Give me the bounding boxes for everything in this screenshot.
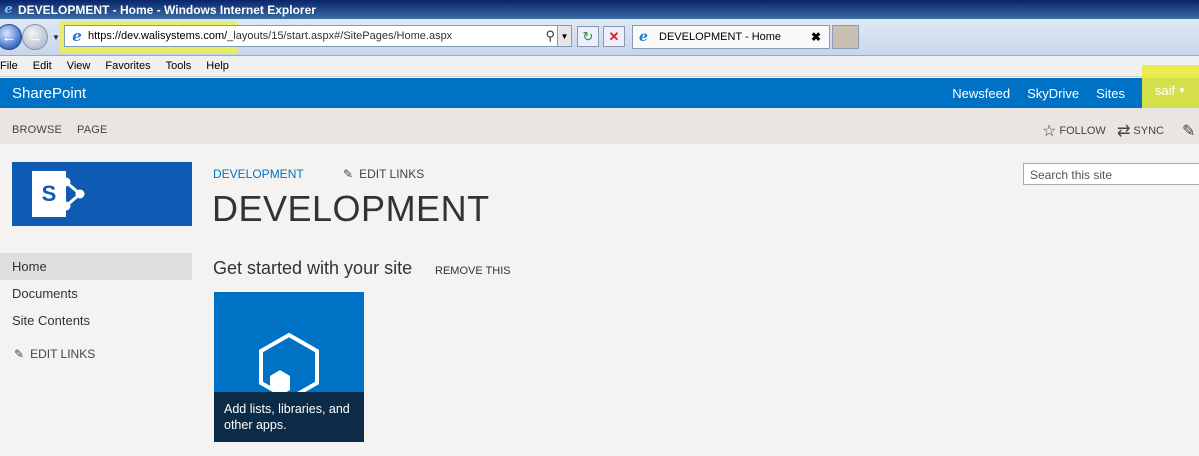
menu-edit[interactable]: Edit xyxy=(33,60,52,72)
search-icon[interactable]: ⚲ xyxy=(545,28,555,44)
nav-item-site-contents[interactable]: Site Contents xyxy=(0,307,192,334)
pencil-icon: ✎ xyxy=(343,167,354,181)
sync-icon: ⇄ xyxy=(1117,123,1131,140)
tile-caption: Add lists, libraries, and other apps. xyxy=(214,392,364,442)
history-dropdown-icon[interactable]: ▼ xyxy=(52,33,60,42)
back-button[interactable]: ← xyxy=(0,24,22,50)
site-logo[interactable]: S xyxy=(12,162,192,226)
address-dropdown-icon[interactable]: ▼ xyxy=(557,26,571,46)
window-title: DEVELOPMENT - Home - Windows Internet Ex… xyxy=(18,2,316,17)
pencil-icon: ✎ xyxy=(14,347,25,361)
add-apps-tile[interactable]: Add lists, libraries, and other apps. xyxy=(214,292,364,442)
page-title: DEVELOPMENT xyxy=(212,188,490,229)
ie-tab-icon: e xyxy=(639,29,648,45)
forward-button[interactable]: → xyxy=(22,24,48,50)
pencil-icon: ✎ xyxy=(1182,123,1196,140)
ie-logo-icon: e xyxy=(4,2,13,17)
suite-links: Newsfeed SkyDrive Sites saif ▼ xyxy=(952,65,1199,115)
menu-tools[interactable]: Tools xyxy=(166,60,192,72)
browser-toolbar: ← → ▼ e https://dev.walisystems.com/_lay… xyxy=(0,19,1199,56)
follow-button[interactable]: ☆ FOLLOW xyxy=(1042,121,1106,141)
window-title-bar: e DEVELOPMENT - Home - Windows Internet … xyxy=(0,0,1199,19)
address-url[interactable]: https://dev.walisystems.com/_layouts/15/… xyxy=(88,30,452,42)
get-started-heading: Get started with your site xyxy=(213,258,413,278)
edit-links-label: EDIT LINKS xyxy=(30,347,96,361)
address-bar[interactable]: e https://dev.walisystems.com/_layouts/1… xyxy=(64,25,572,47)
suite-bar: SharePoint Newsfeed SkyDrive Sites saif … xyxy=(0,65,1199,115)
menu-help[interactable]: Help xyxy=(206,60,229,72)
edit-links-nav-button[interactable]: ✎ EDIT LINKS xyxy=(0,347,192,361)
edit-links-label: EDIT LINKS xyxy=(359,167,425,181)
nav-item-home[interactable]: Home xyxy=(0,253,192,280)
ie-page-icon: e xyxy=(72,26,82,45)
tab-browse[interactable]: BROWSE xyxy=(12,124,62,136)
user-name: saif xyxy=(1154,82,1176,98)
sharepoint-brand[interactable]: SharePoint xyxy=(12,85,86,102)
suite-link-skydrive[interactable]: SkyDrive xyxy=(1027,86,1079,101)
search-input[interactable]: Search this site xyxy=(1023,163,1199,185)
left-nav: Home Documents Site Contents ✎ EDIT LINK… xyxy=(0,253,192,361)
ribbon: BROWSE PAGE ☆ FOLLOW ⇄ SYNC ✎ xyxy=(0,108,1199,144)
menu-view[interactable]: View xyxy=(67,60,91,72)
new-tab-button[interactable] xyxy=(832,25,859,49)
menu-favorites[interactable]: Favorites xyxy=(105,60,150,72)
edit-page-button[interactable]: ✎ xyxy=(1182,121,1198,141)
suite-link-sites[interactable]: Sites xyxy=(1096,86,1125,101)
refresh-button[interactable]: ↻ xyxy=(577,26,599,47)
sharepoint-share-icon xyxy=(61,177,85,211)
menu-bar: File Edit View Favorites Tools Help xyxy=(0,56,1199,77)
nav-item-documents[interactable]: Documents xyxy=(0,280,192,307)
chevron-down-icon: ▼ xyxy=(1178,85,1187,95)
suite-link-newsfeed[interactable]: Newsfeed xyxy=(952,86,1010,101)
star-icon: ☆ xyxy=(1042,123,1057,140)
sync-button[interactable]: ⇄ SYNC xyxy=(1117,121,1164,141)
breadcrumb[interactable]: DEVELOPMENT xyxy=(213,167,304,181)
tab-page[interactable]: PAGE xyxy=(77,124,108,136)
sync-label: SYNC xyxy=(1133,125,1164,137)
tab-title: DEVELOPMENT - Home xyxy=(659,31,782,43)
follow-label: FOLLOW xyxy=(1059,125,1106,137)
edit-links-top-button[interactable]: ✎ EDIT LINKS xyxy=(343,167,424,181)
remove-this-link[interactable]: REMOVE THIS xyxy=(435,265,511,277)
stop-button[interactable]: ✕ xyxy=(603,26,625,47)
close-tab-icon[interactable]: ✖ xyxy=(811,30,821,44)
browser-tab[interactable]: e DEVELOPMENT - Home ✖ xyxy=(632,25,830,49)
menu-file[interactable]: File xyxy=(0,60,18,72)
